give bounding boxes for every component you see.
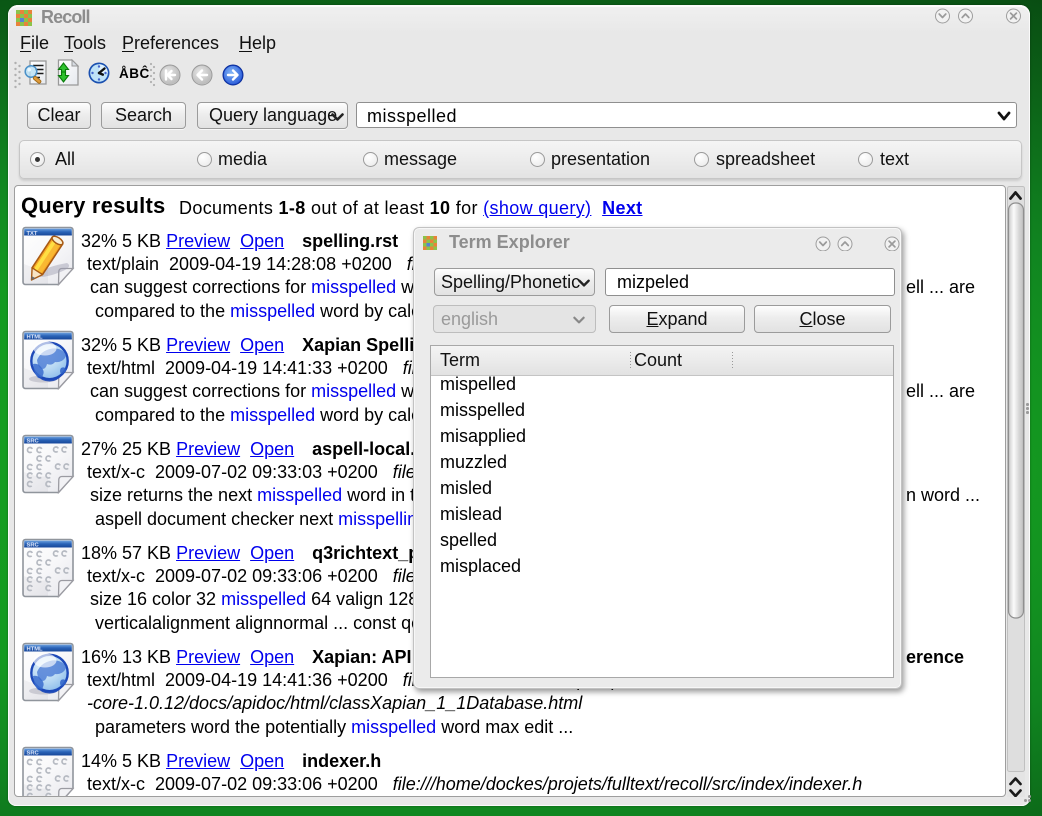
svg-text:ÅBĈ: ÅBĈ [119,66,150,81]
